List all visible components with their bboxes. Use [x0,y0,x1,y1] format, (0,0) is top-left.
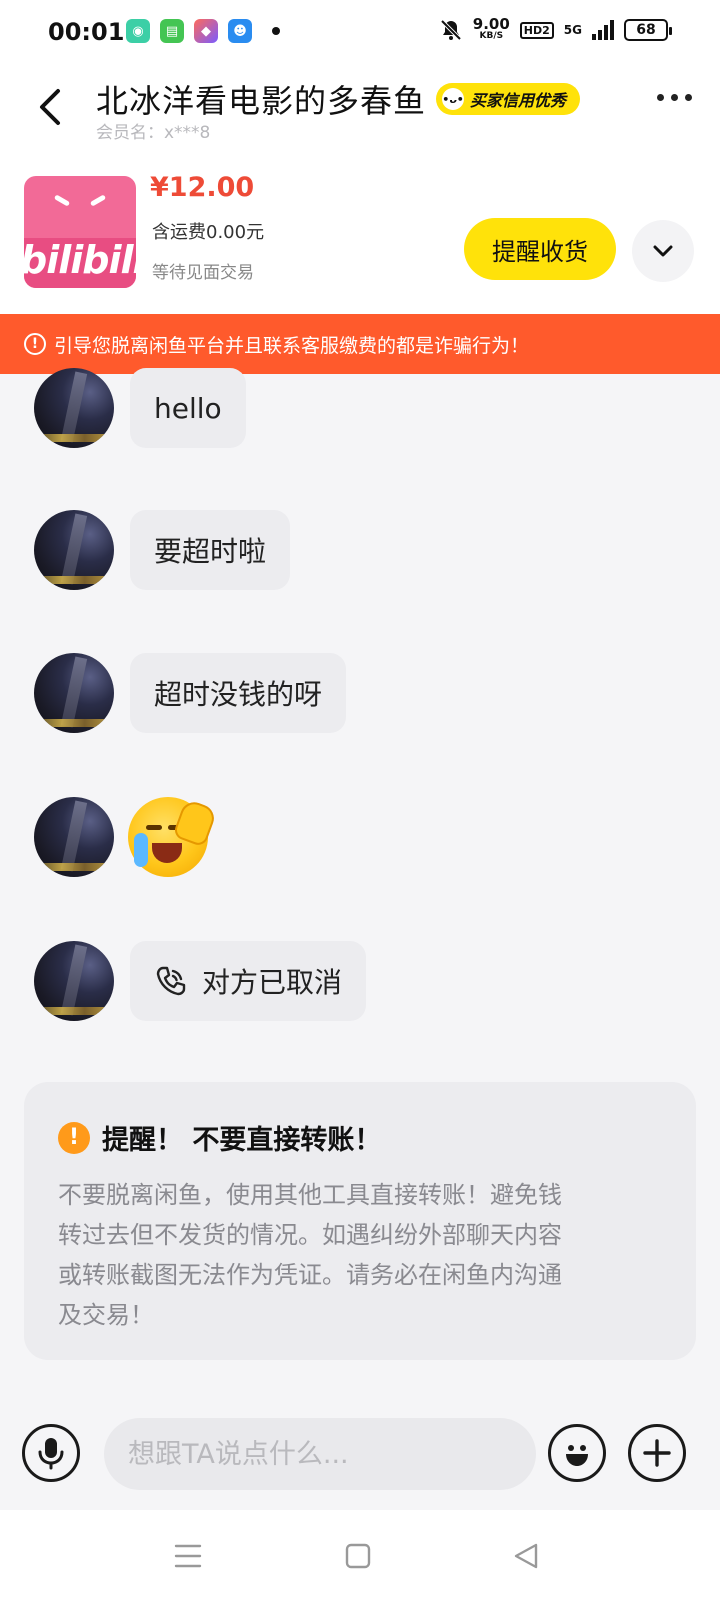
expand-order-button[interactable] [632,220,694,282]
message-bubble[interactable]: 超时没钱的呀 [130,653,347,733]
system-navigation-bar [0,1510,720,1600]
product-thumbnail[interactable]: bilibili [24,176,136,288]
system-back-button[interactable] [510,1540,542,1572]
plus-icon [643,1439,671,1467]
product-price: ¥12.00 [150,172,255,203]
home-button[interactable] [342,1540,374,1572]
reminder-title: 提醒！ 不要直接转账！ [102,1125,382,1156]
message-row [34,797,218,877]
qq-app-icon: ☻ [228,19,252,43]
microphone-icon [38,1438,64,1470]
reminder-line: 及交易！ [58,1301,154,1329]
network-speed: 9.00 KB/S [473,17,510,42]
fraud-warning-text: 引导您脱离闲鱼平台并且联系客服缴费的都是诈骗行为！ [54,334,530,357]
more-options-button[interactable] [657,94,692,101]
back-button[interactable] [30,82,70,132]
buyer-credit-badge[interactable]: •ᴗ• 买家信用优秀 [436,83,581,115]
message-row: 对方已取消 [34,941,367,1021]
warning-icon: ! [58,1121,90,1154]
chevron-left-icon [40,89,60,125]
avatar[interactable] [34,510,114,590]
remind-receipt-button[interactable]: 提醒收货 [464,218,616,280]
message-row: 超时没钱的呀 [34,653,347,733]
title-row: 北冰洋看电影的多春鱼 •ᴗ• 买家信用优秀 [96,76,581,122]
product-card[interactable]: bilibili ¥12.00 含运费0.00元 等待见面交易 提醒收货 [0,154,720,314]
shortcut-app-icon: ◆ [194,19,218,43]
status-indicators: 9.00 KB/S HD2 5G 68 [439,17,672,42]
signal-strength-icon [592,20,614,40]
call-record-bubble[interactable]: 对方已取消 [130,941,367,1021]
avatar[interactable] [34,797,114,877]
voice-input-button[interactable] [22,1424,80,1482]
message-input[interactable] [104,1418,536,1490]
message-row: 要超时啦 [34,510,291,590]
more-notifications-icon [272,27,280,35]
message-app-icon: ▤ [160,19,184,43]
member-name: 会员名：x***8 [96,123,211,143]
reminder-line: 或转账截图无法作为凭证。请务必在闲鱼内沟通 [58,1261,562,1289]
shipping-fee: 含运费0.00元 [152,222,265,243]
add-attachment-button[interactable] [628,1424,686,1482]
chat-title: 北冰洋看电影的多春鱼 [96,82,427,120]
reminder-line: 不要脱离闲鱼，使用其他工具直接转账！避免钱 [58,1181,562,1209]
bilibili-logo: bilibili [24,238,136,282]
avatar[interactable] [34,653,114,733]
credit-badge-label: 买家信用优秀 [470,91,567,110]
chat-header: 北冰洋看电影的多春鱼 •ᴗ• 买家信用优秀 会员名：x***8 [0,64,720,154]
more-dots-icon [657,94,664,101]
chevron-down-icon [653,245,673,257]
call-status-text: 对方已取消 [202,966,343,999]
status-time: 00:01 [48,18,125,46]
phone-icon [156,966,186,996]
order-status: 等待见面交易 [152,263,254,283]
avatar[interactable] [34,941,114,1021]
reminder-body: 不要脱离闲鱼，使用其他工具直接转账！避免钱 转过去但不发货的情况。如遇纠纷外部聊… [58,1175,662,1335]
alert-circle-icon: ! [24,333,46,355]
avatar[interactable] [34,368,114,448]
recent-apps-button[interactable] [172,1540,204,1572]
reminder-title-row: ! 提醒！ 不要直接转账！ [58,1118,662,1157]
message-bubble[interactable]: 要超时啦 [130,510,291,590]
reminder-line: 转过去但不发货的情况。如遇纠纷外部聊天内容 [58,1221,562,1249]
triangle-back-icon [514,1543,538,1569]
battery-icon: 68 [624,19,672,41]
credit-face-icon: •ᴗ• [442,88,465,110]
crying-facepalm-emoji[interactable] [128,797,218,877]
status-app-icons: ◉ ▤ ◆ ☻ [126,19,280,43]
smiley-icon [566,1445,588,1466]
network-type: 5G [563,23,582,37]
mute-bell-icon [440,19,462,41]
menu-lines-icon [174,1544,202,1568]
status-bar: 00:01 ◉ ▤ ◆ ☻ 9.00 KB/S HD2 5G 68 [0,0,720,64]
message-bubble[interactable]: hello [130,368,246,448]
square-icon [345,1543,371,1569]
app-notification-icon: ◉ [126,19,150,43]
chat-input-bar [0,1400,720,1510]
emoji-button[interactable] [548,1424,606,1482]
message-row: hello [34,368,246,448]
hd-voice-badge: HD2 [519,21,554,39]
transfer-reminder-card: ! 提醒！ 不要直接转账！ 不要脱离闲鱼，使用其他工具直接转账！避免钱 转过去但… [24,1082,696,1360]
fraud-warning-banner: ! 引导您脱离闲鱼平台并且联系客服缴费的都是诈骗行为！ [0,314,720,374]
